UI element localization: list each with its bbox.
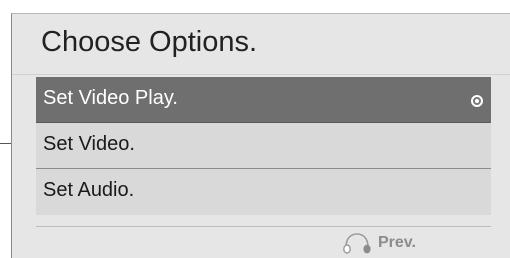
page-title: Choose Options.: [41, 26, 258, 58]
menu-item-set-audio[interactable]: Set Audio.: [36, 169, 491, 215]
callout-leader-line: [0, 143, 11, 144]
options-panel: Choose Options. Set Video Play. Set Vide…: [11, 13, 510, 258]
menu-item-set-video-play[interactable]: Set Video Play.: [36, 77, 491, 123]
headset-controller-icon: [343, 233, 371, 254]
menu-item-set-video[interactable]: Set Video.: [36, 123, 491, 169]
radio-selected-icon: [471, 95, 483, 107]
prev-button[interactable]: Prev.: [342, 231, 416, 255]
options-menu: Set Video Play. Set Video. Set Audio.: [36, 77, 491, 215]
panel-header: Choose Options.: [12, 14, 510, 75]
prev-label: Prev.: [378, 234, 416, 251]
menu-item-label: Set Video.: [43, 133, 135, 155]
menu-item-label: Set Video Play.: [43, 87, 178, 109]
footer-divider: [36, 226, 491, 227]
menu-item-label: Set Audio.: [43, 179, 135, 201]
